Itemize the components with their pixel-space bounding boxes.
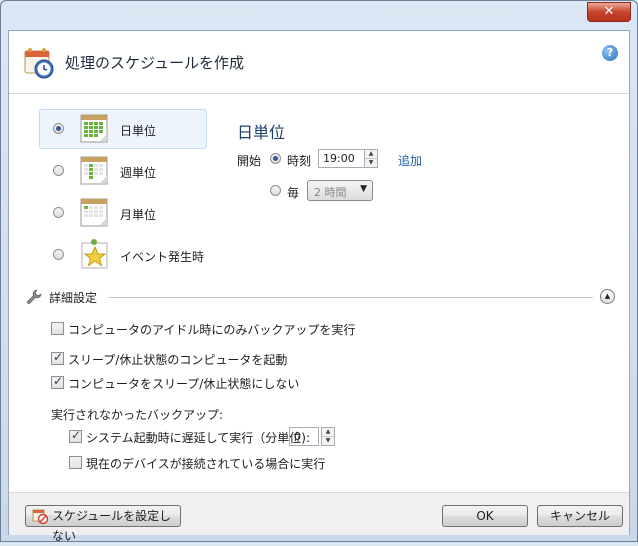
schedule-title: 日単位 xyxy=(237,123,286,142)
missed-backups-heading: 実行されなかったバックアップ: xyxy=(51,408,224,422)
spin-down-icon[interactable]: ▼ xyxy=(365,159,377,167)
monthly-radio[interactable] xyxy=(53,207,64,218)
every-option-label: 毎 xyxy=(287,186,300,200)
idle-only-checkbox[interactable] xyxy=(51,322,64,335)
delay-minutes-input[interactable]: 0 xyxy=(289,427,319,446)
event-radio[interactable] xyxy=(53,249,64,260)
event-star-icon xyxy=(81,239,108,269)
time-input[interactable]: 19:00 xyxy=(318,149,366,168)
dialog-header: 処理のスケジュールを作成 ? xyxy=(9,31,629,94)
idle-only-label: コンピュータのアイドル時にのみバックアップを実行 xyxy=(68,323,356,337)
dialog-client: 処理のスケジュールを作成 ? 日単位 週単位 月単位 イベント発生時 日単位 開… xyxy=(8,30,630,543)
no-schedule-button[interactable]: スケジュールを設定しない xyxy=(25,505,181,543)
ok-button[interactable]: OK xyxy=(442,505,528,527)
wake-checkbox[interactable] xyxy=(51,350,64,365)
cancel-button[interactable]: キャンセル xyxy=(537,505,623,527)
prevent-sleep-checkbox[interactable] xyxy=(51,374,64,389)
period-option-daily[interactable]: 日単位 xyxy=(39,109,207,149)
wrench-icon xyxy=(27,289,42,304)
device-connected-label: 現在のデバイスが接続されている場合に実行 xyxy=(86,457,326,471)
weekly-label: 週単位 xyxy=(120,166,157,180)
daily-radio[interactable] xyxy=(53,123,64,134)
delay-startup-label: システム起動時に遅延して実行（分単位): xyxy=(86,431,311,445)
period-option-event[interactable]: イベント発生時 xyxy=(39,235,207,275)
spin-down-icon[interactable]: ▼ xyxy=(322,437,334,445)
calendar-monthly-icon xyxy=(80,198,108,227)
every-radio[interactable] xyxy=(270,185,281,196)
prevent-sleep-label: コンピュータをスリープ/休止状態にしない xyxy=(68,377,300,391)
time-radio[interactable] xyxy=(270,153,281,164)
interval-dropdown[interactable]: 2 時間 ▼ xyxy=(307,180,373,201)
schedule-calendar-clock-icon xyxy=(24,48,54,79)
advanced-section-header: 詳細設定 ▲ xyxy=(26,289,615,305)
no-schedule-icon xyxy=(32,509,48,524)
time-spinner[interactable]: ▲ ▼ xyxy=(364,149,378,168)
dialog-title: 処理のスケジュールを作成 xyxy=(65,54,244,72)
time-option-label: 時刻 xyxy=(287,154,312,168)
event-label: イベント発生時 xyxy=(120,250,205,264)
start-label: 開始 xyxy=(237,154,262,168)
close-button[interactable]: ✕ xyxy=(587,2,631,22)
weekly-radio[interactable] xyxy=(53,165,64,176)
monthly-label: 月単位 xyxy=(120,208,157,222)
wake-label: スリープ/休止状態のコンピュータを起動 xyxy=(68,353,288,367)
chevron-down-icon: ▼ xyxy=(360,184,367,194)
delay-startup-checkbox[interactable] xyxy=(69,428,82,443)
spin-up-icon[interactable]: ▲ xyxy=(365,150,377,159)
advanced-label: 詳細設定 xyxy=(49,291,98,305)
dialog-window: ✕ 処理のスケジュールを作成 ? 日単位 週単位 月単位 イベント発生時 日単位… xyxy=(0,0,638,543)
period-option-weekly[interactable]: 週単位 xyxy=(39,151,207,191)
no-schedule-label: スケジュールを設定しない xyxy=(52,509,172,543)
daily-label: 日単位 xyxy=(120,124,157,138)
calendar-daily-icon xyxy=(80,114,108,143)
add-link[interactable]: 追加 xyxy=(398,152,422,169)
collapse-icon[interactable]: ▲ xyxy=(600,289,615,304)
spin-up-icon[interactable]: ▲ xyxy=(322,428,334,437)
device-connected-checkbox[interactable] xyxy=(69,456,82,469)
delay-spinner[interactable]: ▲ ▼ xyxy=(321,427,335,446)
section-divider xyxy=(108,297,593,298)
interval-value: 2 時間 xyxy=(314,186,347,199)
dialog-footer: スケジュールを設定しない OK キャンセル xyxy=(9,492,629,543)
help-icon[interactable]: ? xyxy=(602,45,618,61)
calendar-weekly-icon xyxy=(80,156,108,185)
period-option-monthly[interactable]: 月単位 xyxy=(39,193,207,233)
